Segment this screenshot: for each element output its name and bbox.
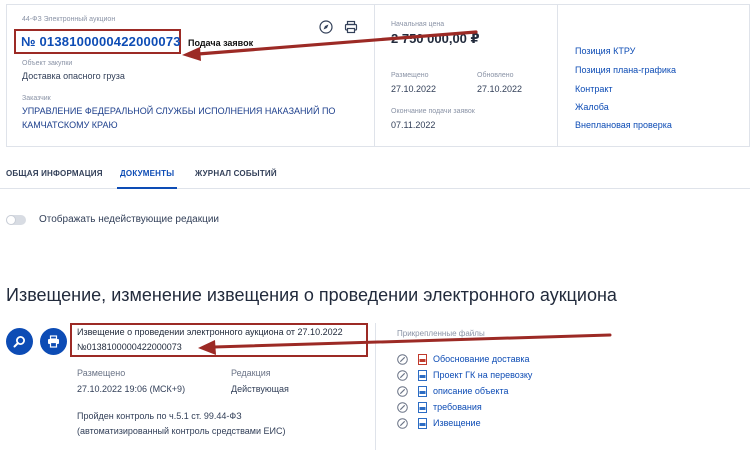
card-divider-1 xyxy=(374,4,375,147)
view-document-button[interactable] xyxy=(6,328,33,355)
purchase-number[interactable]: № 0138100000422000073 xyxy=(21,34,181,49)
customer-label: Заказчик xyxy=(22,95,51,102)
print-document-button[interactable] xyxy=(40,328,67,355)
doc-file-icon xyxy=(418,369,427,381)
updated-label: Обновлено xyxy=(477,72,514,79)
customer-link-line2[interactable]: КАМЧАТСКОМУ КРАЮ xyxy=(22,120,118,130)
file-link[interactable]: требования xyxy=(433,402,482,412)
document-posted-label: Размещено xyxy=(77,368,126,378)
updated-value: 27.10.2022 xyxy=(477,84,523,94)
pdf-file-icon xyxy=(418,353,427,365)
tab-active-underline xyxy=(117,187,177,189)
deadline-label: Окончание подачи заявок xyxy=(391,108,475,115)
control-line1: Пройден контроль по ч.5.1 ст. 99.44-ФЗ xyxy=(77,411,242,421)
tab-documents[interactable]: ДОКУМЕНТЫ xyxy=(120,169,174,178)
posted-label: Размещено xyxy=(391,72,429,79)
file-link[interactable]: Обоснование доставка xyxy=(433,354,530,364)
file-row[interactable]: Обоснование доставка xyxy=(397,351,532,367)
annotation-arrow-number xyxy=(182,30,478,61)
price-label: Начальная цена xyxy=(391,21,445,28)
file-link[interactable]: Извещение xyxy=(433,418,481,428)
control-line2: (автоматизированный контроль средствами … xyxy=(77,426,286,436)
doc-file-icon xyxy=(418,401,427,413)
search-icon xyxy=(13,336,25,348)
pin-icon[interactable] xyxy=(397,369,408,381)
pin-icon[interactable] xyxy=(397,385,408,397)
deadline-value: 07.11.2022 xyxy=(391,120,436,130)
tab-event-log[interactable]: ЖУРНАЛ СОБЫТИЙ xyxy=(195,169,277,178)
link-complaint[interactable]: Жалоба xyxy=(575,102,609,112)
card-divider-2 xyxy=(557,4,558,147)
link-ktru-position[interactable]: Позиция КТРУ xyxy=(575,46,635,56)
file-row[interactable]: Извещение xyxy=(397,415,532,431)
file-link[interactable]: описание объекта xyxy=(433,386,508,396)
pin-icon[interactable] xyxy=(397,401,408,413)
pin-icon[interactable] xyxy=(397,353,408,365)
toggle-knob xyxy=(6,215,16,225)
tab-general-info[interactable]: ОБЩАЯ ИНФОРМАЦИЯ xyxy=(6,169,103,178)
law-type: 44-ФЗ Электронный аукцион xyxy=(22,16,116,23)
document-title-line2[interactable]: №0138100000422000073 xyxy=(77,342,182,352)
file-row[interactable]: описание объекта xyxy=(397,383,532,399)
file-link[interactable]: Проект ГК на перевозку xyxy=(433,370,532,380)
link-plan-schedule-position[interactable]: Позиция плана-графика xyxy=(575,65,676,75)
document-edition-value: Действующая xyxy=(231,384,289,394)
print-icon xyxy=(48,335,59,348)
document-posted-value: 27.10.2022 19:06 (МСК+9) xyxy=(77,384,186,394)
show-inactive-toggle[interactable] xyxy=(6,215,26,225)
object-label: Объект закупки xyxy=(22,60,73,67)
attached-files-list: Обоснование доставка Проект ГК на перево… xyxy=(397,351,532,431)
link-unscheduled-inspection[interactable]: Внеплановая проверка xyxy=(575,120,672,130)
file-row[interactable]: требования xyxy=(397,399,532,415)
link-contract[interactable]: Контракт xyxy=(575,84,613,94)
section-title: Извещение, изменение извещения о проведе… xyxy=(6,285,617,305)
attached-files-label: Прикрепленные файлы xyxy=(397,329,485,338)
document-edition-label: Редакция xyxy=(231,368,271,378)
customer-link-line1[interactable]: УПРАВЛЕНИЕ ФЕДЕРАЛЬНОЙ СЛУЖБЫ ИСПОЛНЕНИЯ… xyxy=(22,106,335,116)
doc-file-icon xyxy=(418,417,427,429)
tabs-divider xyxy=(0,188,750,189)
doc-file-icon xyxy=(418,385,427,397)
file-row[interactable]: Проект ГК на перевозку xyxy=(397,367,532,383)
pin-icon[interactable] xyxy=(397,417,408,429)
show-inactive-label: Отображать недействующие редакции xyxy=(39,214,220,225)
object-value: Доставка опасного груза xyxy=(22,71,125,81)
posted-value: 27.10.2022 xyxy=(391,84,437,94)
